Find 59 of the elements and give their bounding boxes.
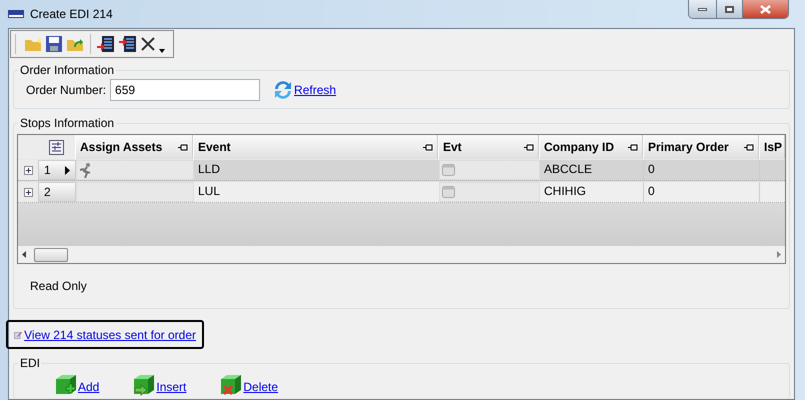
- row-header[interactable]: 2: [38, 182, 76, 202]
- open-folder-icon[interactable]: [66, 36, 84, 52]
- save-icon[interactable]: [46, 36, 62, 52]
- list-import-icon[interactable]: [97, 35, 115, 53]
- order-number-label: Order Number:: [26, 82, 106, 98]
- pin-icon[interactable]: [628, 144, 638, 150]
- app-logo-icon: [8, 10, 24, 18]
- table-cell-text: LUL: [197, 183, 222, 200]
- calendar-icon: [442, 164, 455, 176]
- current-row-icon: [65, 166, 70, 174]
- cube-insert-icon: [132, 374, 156, 396]
- maximize-button[interactable]: [717, 0, 743, 18]
- column-header[interactable]: Event: [193, 135, 438, 159]
- expand-toggle[interactable]: [24, 188, 32, 196]
- view-statuses-link[interactable]: View 214 statuses sent for order: [24, 326, 196, 344]
- column-chooser-icon[interactable]: [48, 140, 64, 154]
- edi-action-link[interactable]: Insert: [156, 378, 186, 396]
- group-title: Stops Information: [18, 115, 116, 131]
- edi-action-link[interactable]: Delete: [243, 378, 278, 396]
- close-icon: [760, 4, 771, 14]
- table-cell: 0: [644, 160, 760, 180]
- table-cell[interactable]: [76, 160, 194, 180]
- close-button[interactable]: [743, 0, 788, 18]
- pin-icon[interactable]: [744, 144, 754, 150]
- calendar-icon: [442, 186, 455, 198]
- table-row[interactable]: 2 LUL CHIHIG 0: [18, 182, 785, 203]
- column-header[interactable]: IsP: [759, 135, 785, 159]
- pin-icon[interactable]: [524, 144, 534, 150]
- refresh-link[interactable]: Refresh: [294, 80, 336, 98]
- edi-action-link[interactable]: Add: [78, 378, 100, 396]
- pin-icon[interactable]: [423, 144, 433, 150]
- list-insert-icon[interactable]: [119, 35, 137, 53]
- column-header[interactable]: Primary Order: [643, 135, 759, 159]
- row-header[interactable]: 1: [38, 160, 76, 180]
- scroll-right-icon[interactable]: [777, 251, 781, 258]
- table-cell[interactable]: [76, 182, 194, 202]
- table-cell: ABCCLE: [540, 160, 644, 180]
- read-only-label: Read Only: [30, 278, 88, 295]
- cube-add-icon: [54, 374, 78, 396]
- table-cell[interactable]: [439, 160, 540, 180]
- cube-delete-icon: [219, 374, 244, 396]
- pin-icon[interactable]: [178, 144, 188, 150]
- column-header[interactable]: Evt: [438, 135, 539, 159]
- table-row[interactable]: 1 LLD ABCCLE 0: [18, 160, 785, 181]
- scrollbar-thumb[interactable]: [34, 248, 68, 262]
- running-figure-icon: [79, 162, 93, 178]
- order-number-field[interactable]: 659: [110, 78, 260, 100]
- minimize-button[interactable]: [689, 0, 717, 18]
- delete-icon[interactable]: [141, 37, 155, 51]
- column-header[interactable]: Company ID: [539, 135, 643, 159]
- expand-toggle[interactable]: [24, 166, 32, 174]
- column-header[interactable]: Assign Assets: [75, 135, 193, 159]
- window-title: Create EDI 214: [30, 6, 113, 23]
- table-cell: CHIHIG: [540, 182, 644, 202]
- table-cell-text: LLD: [197, 161, 222, 178]
- dropdown-caret-icon[interactable]: [159, 49, 165, 53]
- scroll-left-icon[interactable]: [22, 251, 26, 258]
- table-cell: 0: [644, 182, 760, 202]
- table-cell[interactable]: [439, 182, 540, 202]
